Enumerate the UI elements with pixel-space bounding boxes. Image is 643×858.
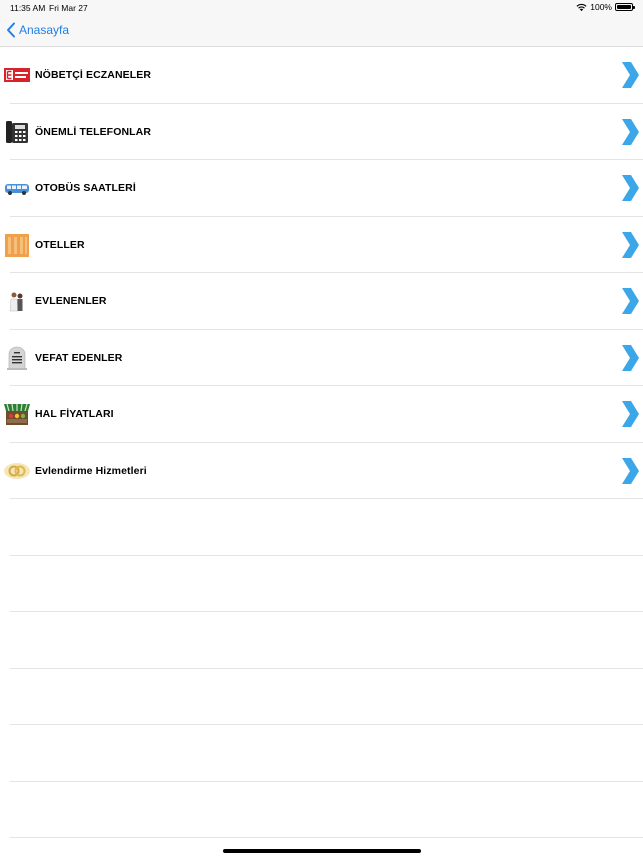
menu-item-deceased[interactable]: VEFAT EDENLER	[7, 330, 643, 386]
empty-row	[10, 725, 643, 782]
menu-item-label: ÖNEMLİ TELEFONLAR	[35, 125, 152, 138]
menu-item-label: Evlendirme Hizmetleri	[35, 464, 147, 477]
market-stall-icon	[4, 403, 30, 425]
menu-item-market-prices[interactable]: HAL FİYATLARI	[4, 386, 643, 443]
hotel-icon	[5, 233, 29, 257]
status-indicators: 100%	[576, 2, 635, 12]
chevron-left-icon	[7, 22, 15, 38]
chevron-right-icon	[622, 401, 639, 427]
menu-item-pharmacies[interactable]: NÖBETÇİ ECZANELER	[4, 47, 643, 104]
menu-item-label: HAL FİYATLARI	[35, 408, 114, 420]
battery-percent: 100%	[590, 2, 612, 12]
status-bar: 11:35 AM Fri Mar 27 100%	[0, 0, 643, 16]
wedding-couple-icon	[9, 292, 23, 312]
back-button[interactable]: Anasayfa	[6, 22, 69, 38]
wedding-rings-icon	[4, 462, 30, 479]
chevron-right-icon	[622, 175, 639, 201]
menu-item-label: OTOBÜS SAATLERİ	[35, 182, 136, 194]
menu-item-hotels[interactable]: OTELLER	[5, 217, 643, 273]
menu-item-label: OTELLER	[35, 238, 85, 251]
menu-item-phones[interactable]: ÖNEMLİ TELEFONLAR	[6, 104, 643, 160]
back-button-label: Anasayfa	[19, 23, 70, 37]
empty-row	[10, 556, 643, 612]
chevron-right-icon	[622, 231, 639, 258]
navigation-bar: Anasayfa	[0, 16, 643, 47]
menu-item-newlyweds[interactable]: EVLENENLER	[9, 273, 643, 330]
pharmacy-icon	[4, 68, 30, 82]
menu-list: NÖBETÇİ ECZANELER ÖNEMLİ TELEFONLAR OTOB…	[0, 47, 643, 838]
wifi-icon	[576, 3, 587, 11]
status-date: Fri Mar 27	[49, 3, 88, 13]
empty-row	[10, 669, 643, 725]
menu-item-bus-times[interactable]: OTOBÜS SAATLERİ	[5, 160, 643, 217]
chevron-right-icon	[622, 62, 639, 88]
chevron-right-icon	[622, 344, 639, 371]
chevron-right-icon	[622, 457, 639, 484]
menu-item-label: NÖBETÇİ ECZANELER	[35, 69, 152, 81]
menu-item-marriage-services[interactable]: Evlendirme Hizmetleri	[4, 443, 643, 499]
home-indicator[interactable]	[223, 849, 421, 853]
menu-item-label: EVLENENLER	[35, 295, 107, 307]
telephone-icon	[6, 120, 28, 143]
chevron-right-icon	[622, 288, 639, 314]
bus-icon	[5, 184, 29, 195]
empty-row	[10, 782, 643, 838]
battery-icon	[615, 3, 635, 11]
menu-item-label: VEFAT EDENLER	[35, 351, 123, 364]
gravestone-icon	[7, 346, 27, 370]
empty-row	[10, 499, 643, 556]
status-time: 11:35 AM	[10, 3, 46, 13]
chevron-right-icon	[622, 118, 639, 145]
empty-row	[10, 612, 643, 669]
